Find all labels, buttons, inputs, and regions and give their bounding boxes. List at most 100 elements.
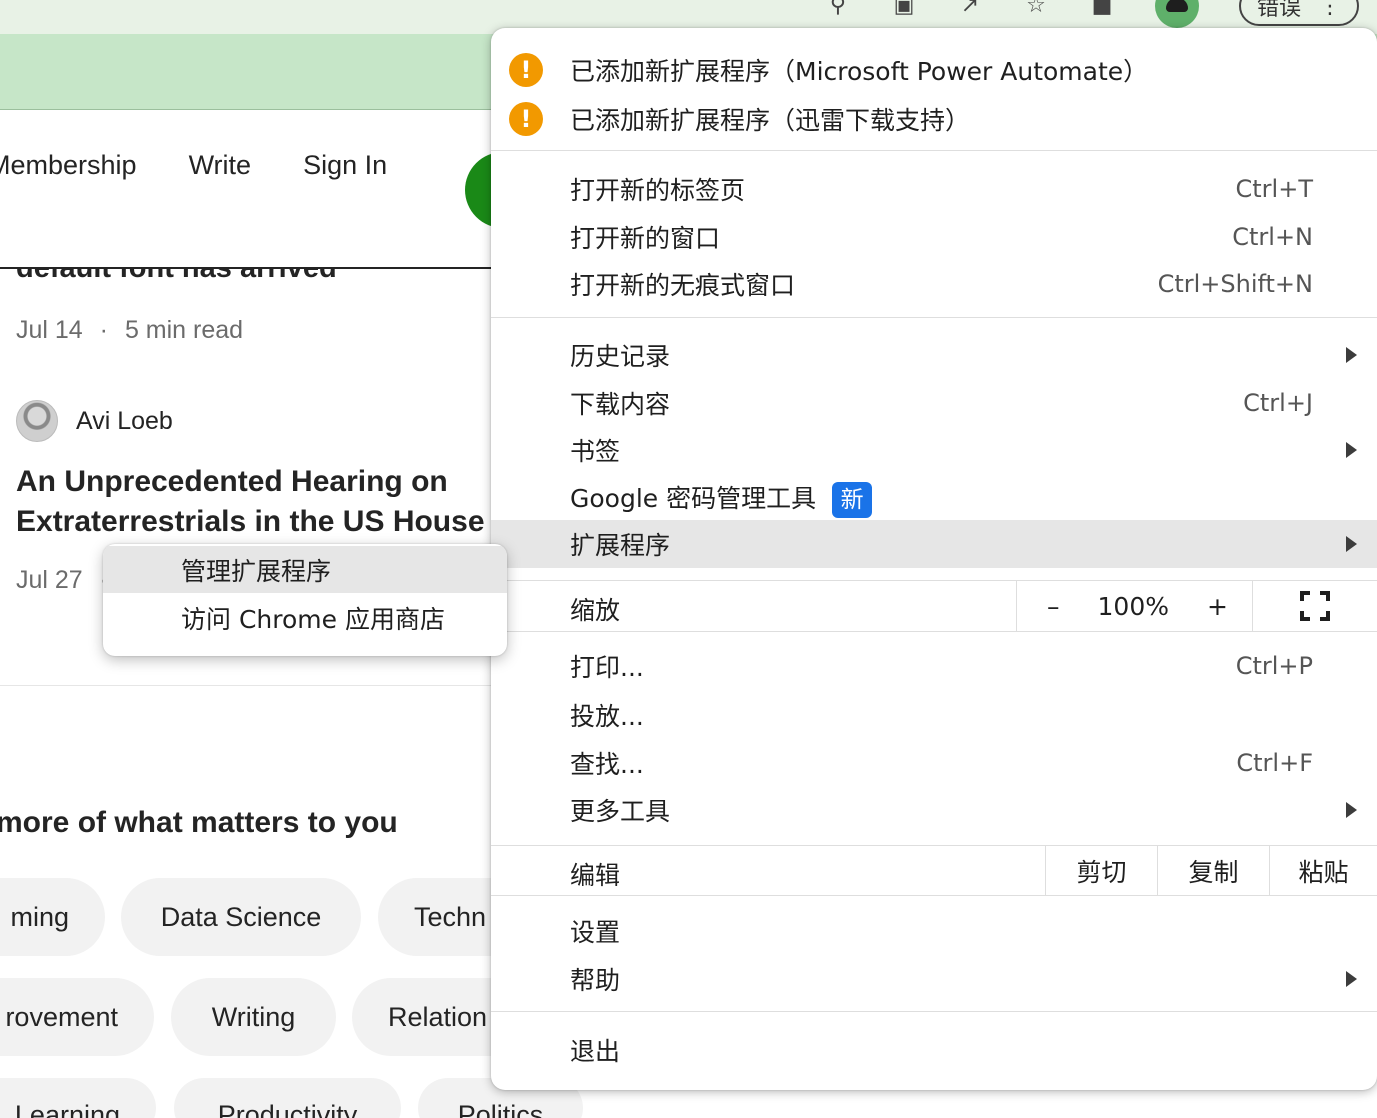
menu-item-incognito[interactable]: 打开新的无痕式窗口 Ctrl+Shift+N	[491, 260, 1377, 308]
menu-item-password-manager[interactable]: Google 密码管理工具新	[491, 474, 1377, 522]
extensions-submenu: 管理扩展程序 访问 Chrome 应用商店	[103, 544, 507, 656]
article-meta: Jul 14 · 5 min read	[16, 316, 243, 345]
nav-divider	[0, 267, 520, 269]
cut-button[interactable]: 剪切	[1045, 846, 1157, 896]
article-date: Jul 27	[16, 566, 83, 594]
menu-item-new-tab[interactable]: 打开新的标签页 Ctrl+T	[491, 165, 1377, 213]
article-title[interactable]: An Unprecedented Hearing on Extraterrest…	[16, 462, 516, 540]
fullscreen-icon	[1300, 591, 1330, 621]
menu-item-label: 退出	[570, 1037, 621, 1066]
menu-divider	[491, 317, 1377, 318]
menu-divider	[491, 895, 1377, 896]
zoom-in-button[interactable]: +	[1207, 592, 1228, 621]
menu-item-downloads[interactable]: 下载内容 Ctrl+J	[491, 379, 1377, 427]
zoom-controls: – 100% +	[1016, 581, 1253, 631]
menu-divider	[491, 1011, 1377, 1012]
submenu-item-label: 管理扩展程序	[181, 556, 332, 586]
warning-icon: !	[509, 53, 543, 87]
zoom-out-button[interactable]: –	[1047, 592, 1060, 621]
notification-extension-added[interactable]: ! 已添加新扩展程序（Microsoft Power Automate）	[491, 46, 1377, 94]
nav-write[interactable]: Write	[189, 150, 252, 181]
menu-divider	[491, 631, 1377, 632]
menu-item-find[interactable]: 查找... Ctrl+F	[491, 739, 1377, 787]
share-icon[interactable]: ↗	[957, 0, 983, 19]
menu-item-settings[interactable]: 设置	[491, 907, 1377, 955]
profile-error-button[interactable]: 错误 ⋮	[1238, 0, 1359, 26]
paste-button[interactable]: 粘贴	[1269, 846, 1377, 896]
chevron-right-icon	[1346, 536, 1357, 552]
submenu-item-manage-extensions[interactable]: 管理扩展程序	[103, 546, 507, 593]
menu-item-label: 更多工具	[570, 797, 671, 826]
menu-item-new-window[interactable]: 打开新的窗口 Ctrl+N	[491, 213, 1377, 261]
topic-chip[interactable]: Writing	[171, 978, 336, 1056]
chrome-main-menu: ! 已添加新扩展程序（Microsoft Power Automate） ! 已…	[491, 28, 1377, 1090]
menu-item-label: 设置	[570, 918, 621, 947]
menu-item-more-tools[interactable]: 更多工具	[491, 786, 1377, 834]
menu-item-label: 书签	[570, 437, 621, 466]
topic-chip[interactable]: rovement	[0, 978, 154, 1056]
search-icon[interactable]: ⚲	[825, 0, 851, 19]
menu-divider	[491, 150, 1377, 151]
menu-item-label: 打印...	[570, 653, 644, 682]
star-icon[interactable]: ☆	[1023, 0, 1049, 19]
menu-item-label: 扩展程序	[570, 531, 671, 560]
menu-item-label: 查找...	[570, 750, 644, 779]
notification-label: 已添加新扩展程序（Microsoft Power Automate）	[570, 57, 1149, 86]
chevron-right-icon	[1346, 442, 1357, 458]
site-nav: Membership Write Sign In	[0, 150, 387, 181]
menu-item-label: 打开新的标签页	[570, 176, 746, 205]
chevron-right-icon	[1346, 971, 1357, 987]
profile-avatar[interactable]	[1154, 0, 1199, 28]
submenu-item-chrome-web-store[interactable]: 访问 Chrome 应用商店	[103, 594, 507, 641]
edit-label: 编辑	[570, 861, 621, 890]
kebab-menu-icon[interactable]: ⋮	[1319, 0, 1341, 19]
menu-item-label: Google 密码管理工具新	[570, 479, 873, 518]
author-name[interactable]: Avi Loeb	[76, 407, 173, 436]
new-badge: 新	[832, 481, 873, 518]
menu-item-history[interactable]: 历史记录	[491, 331, 1377, 379]
nav-sign-in[interactable]: Sign In	[303, 150, 387, 181]
extensions-icon[interactable]: ■	[1089, 0, 1115, 19]
zoom-label: 缩放	[570, 596, 621, 625]
article-meta: Jul 27 ·	[16, 566, 108, 595]
shortcut-label: Ctrl+N	[1232, 223, 1313, 251]
shortcut-label: Ctrl+T	[1235, 175, 1313, 203]
menu-item-label: 帮助	[570, 966, 621, 995]
submenu-item-label: 访问 Chrome 应用商店	[181, 604, 445, 634]
menu-item-label: 投放...	[570, 702, 644, 731]
menu-item-print[interactable]: 打印... Ctrl+P	[491, 642, 1377, 690]
article-read-time: 5 min read	[124, 316, 244, 344]
menu-item-exit[interactable]: 退出	[491, 1026, 1377, 1074]
menu-item-cast[interactable]: 投放...	[491, 691, 1377, 739]
notification-extension-added[interactable]: ! 已添加新扩展程序（迅雷下载支持）	[491, 95, 1377, 143]
copy-button[interactable]: 复制	[1157, 846, 1269, 896]
shortcut-label: Ctrl+P	[1235, 652, 1313, 680]
zoom-row: 缩放 – 100% +	[491, 581, 1377, 631]
avatar[interactable]	[16, 400, 58, 442]
password-manager-label: Google 密码管理工具	[570, 483, 817, 513]
content-divider	[0, 685, 520, 686]
menu-item-extensions[interactable]: 扩展程序	[491, 520, 1377, 568]
topic-chip[interactable]: Productivity	[174, 1078, 401, 1118]
chevron-right-icon	[1346, 347, 1357, 363]
menu-item-label: 历史记录	[570, 342, 671, 371]
section-heading: more of what matters to you	[0, 806, 398, 839]
toolbar-icons: ⚲ ▣ ↗ ☆ ■ 错误 ⋮	[825, 0, 1377, 28]
shortcut-label: Ctrl+J	[1243, 389, 1313, 417]
topic-chip[interactable]: ming	[0, 878, 105, 956]
article-date: Jul 14	[16, 316, 83, 344]
topic-chip[interactable]: Data Science	[121, 878, 361, 956]
menu-item-label: 打开新的无痕式窗口	[570, 271, 796, 300]
warning-icon: !	[509, 102, 543, 136]
shortcut-label: Ctrl+Shift+N	[1157, 270, 1313, 298]
menu-item-help[interactable]: 帮助	[491, 955, 1377, 1003]
notification-label: 已添加新扩展程序（迅雷下载支持）	[570, 106, 971, 135]
nav-membership[interactable]: Membership	[0, 150, 137, 181]
meta-separator: ·	[99, 316, 108, 344]
topic-chip[interactable]: Learning	[0, 1078, 156, 1118]
shortcut-label: Ctrl+F	[1236, 749, 1313, 777]
author-row[interactable]: Avi Loeb	[16, 400, 173, 442]
menu-item-bookmarks[interactable]: 书签	[491, 426, 1377, 474]
fullscreen-button[interactable]	[1253, 581, 1377, 631]
translate-icon[interactable]: ▣	[891, 0, 917, 19]
